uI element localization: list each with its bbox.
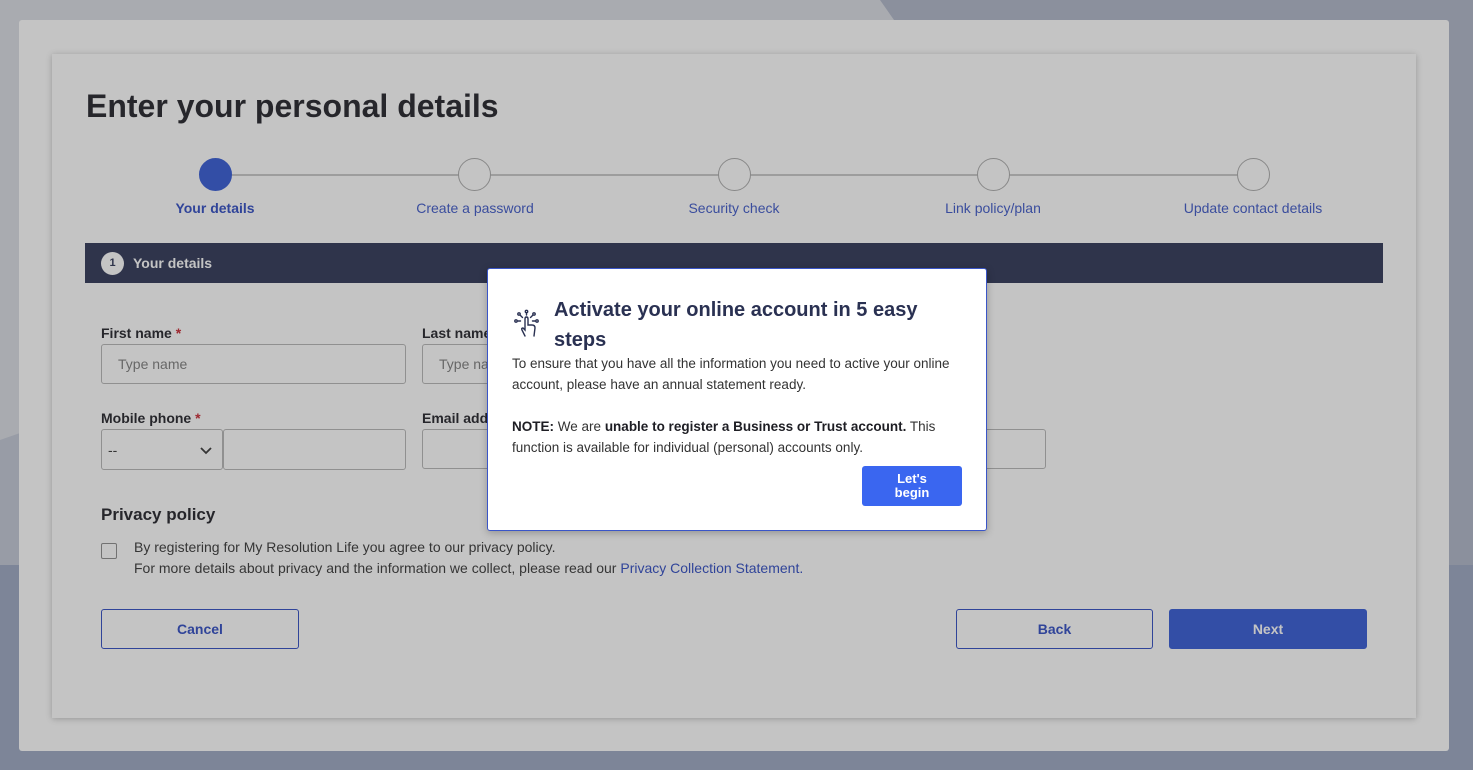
modal-title: Activate your online account in 5 easy s… [554,299,918,351]
modal-body: To ensure that you have all the informat… [512,353,962,479]
touch-gesture-icon [514,309,539,337]
modal-note: NOTE: We are unable to register a Busine… [512,419,936,455]
onboarding-modal: Activate your online account in 5 easy s… [487,268,987,531]
lets-begin-button[interactable]: Let's begin [862,466,962,506]
